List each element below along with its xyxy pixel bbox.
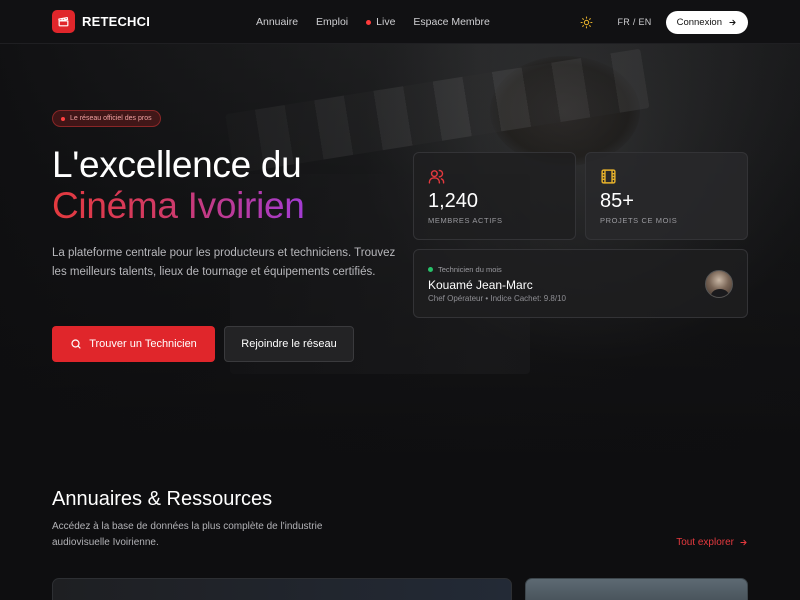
join-network-button[interactable]: Rejoindre le réseau	[224, 326, 354, 362]
arrow-right-icon	[728, 18, 737, 27]
explore-all-label: Tout explorer	[676, 537, 734, 548]
hero-title-line2: Cinéma Ivoirien	[52, 185, 305, 226]
online-status-icon	[428, 267, 433, 272]
header-actions: FR / EN Connexion	[580, 0, 748, 44]
sun-icon[interactable]	[580, 16, 593, 29]
arrow-right-icon	[739, 538, 748, 547]
join-network-label: Rejoindre le réseau	[241, 338, 337, 350]
find-technician-label: Trouver un Technicien	[89, 338, 197, 350]
language-switcher[interactable]: FR / EN	[617, 17, 651, 27]
top-navbar: RETECHCI Annuaire Emploi Live Espace Mem…	[0, 0, 800, 44]
technician-of-month-card[interactable]: Technicien du mois Kouamé Jean-Marc Chef…	[413, 249, 748, 318]
stat-label-projects: PROJETS CE MOIS	[600, 216, 678, 225]
badge-dot-icon	[61, 116, 65, 121]
nav-item-annuaire[interactable]: Annuaire	[256, 16, 298, 28]
users-icon	[428, 168, 445, 185]
hero-description: La plateforme centrale pour les producte…	[52, 247, 396, 278]
stat-card-members: 1,240 MEMBRES ACTIFS	[413, 152, 576, 240]
nav-item-live-label: Live	[376, 16, 396, 28]
directory-title: Annuaires & Ressources	[52, 488, 273, 510]
find-technician-button[interactable]: Trouver un Technicien	[52, 326, 215, 362]
brand-name: RETECHCI	[82, 14, 151, 29]
stat-card-projects: 85+ PROJETS CE MOIS	[585, 152, 748, 240]
film-icon	[600, 168, 617, 185]
stat-label-members: MEMBRES ACTIFS	[428, 216, 503, 225]
hero-title: L'excellence du Cinéma Ivoirien	[52, 144, 305, 226]
technician-name: Kouamé Jean-Marc	[428, 278, 533, 292]
stat-value-members: 1,240	[428, 190, 479, 212]
brand-logo[interactable]: RETECHCI	[52, 10, 150, 33]
login-button[interactable]: Connexion	[665, 10, 748, 34]
directory-card-preview[interactable]	[52, 578, 512, 600]
directory-description: Accédez à la base de données la plus com…	[52, 521, 323, 548]
directory-image-preview[interactable]	[525, 578, 748, 600]
live-indicator-icon	[366, 19, 372, 25]
explore-all-link[interactable]: Tout explorer	[676, 537, 748, 548]
main-nav: Annuaire Emploi Live Espace Membre	[256, 0, 490, 44]
hero-title-line1: L'excellence du	[52, 144, 302, 185]
stat-value-projects: 85+	[600, 190, 634, 212]
nav-item-espace-membre[interactable]: Espace Membre	[413, 16, 489, 28]
nav-item-emploi[interactable]: Emploi	[316, 16, 348, 28]
login-button-label: Connexion	[676, 16, 722, 28]
technician-eyebrow: Technicien du mois	[428, 265, 502, 274]
technician-role: Chef Opérateur • Indice Cachet: 9.8/10	[428, 294, 566, 303]
clapperboard-icon	[52, 10, 75, 33]
technician-eyebrow-label: Technicien du mois	[438, 265, 502, 274]
badge-label: Le réseau officiel des pros	[70, 115, 152, 122]
avatar	[705, 270, 733, 298]
search-icon	[70, 338, 82, 350]
official-badge: Le réseau officiel des pros	[52, 110, 161, 127]
nav-item-live[interactable]: Live	[366, 16, 395, 28]
